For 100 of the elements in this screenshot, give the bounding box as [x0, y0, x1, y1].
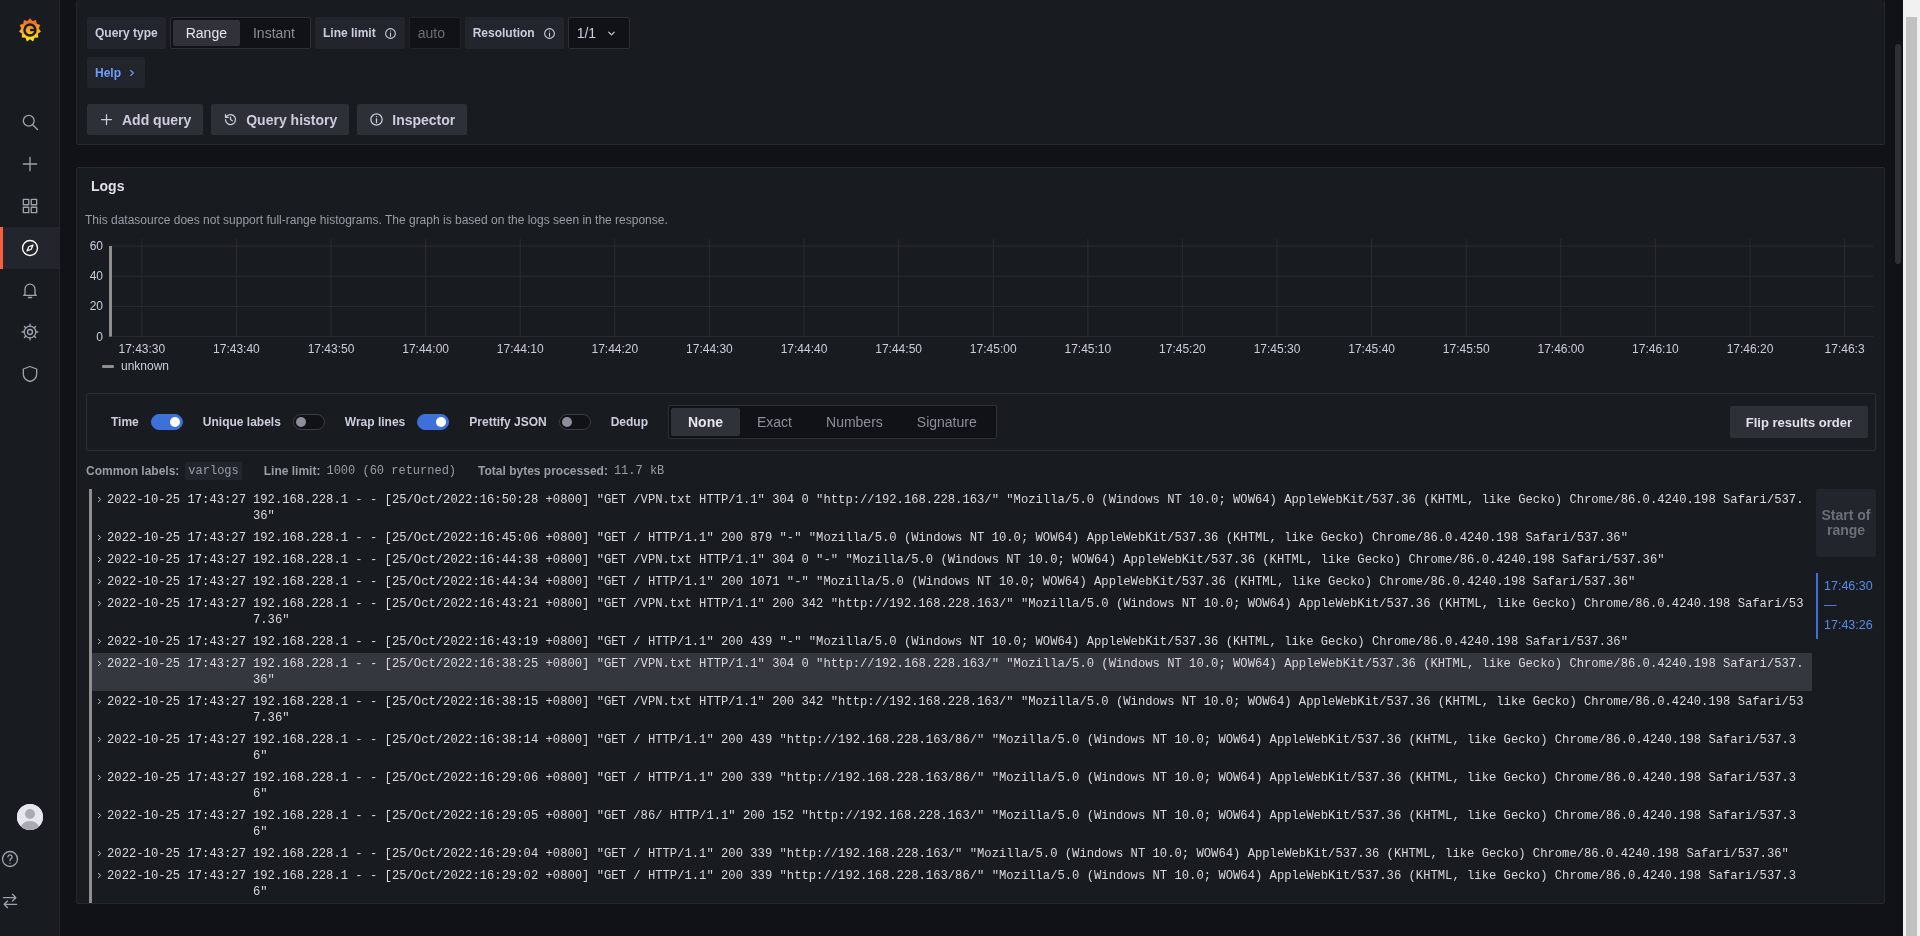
axis-label: 17:46:3 [1824, 342, 1865, 356]
chevron-right-icon [95, 555, 104, 564]
label-tag: varlogs [185, 462, 242, 480]
toolbar-button[interactable]: Query history [211, 104, 350, 135]
chevron-right-icon [95, 637, 104, 646]
axis-label: 17:45:40 [1348, 342, 1395, 356]
axis-label: 17:43:40 [213, 342, 260, 356]
axis-label: 17:45:30 [1253, 342, 1301, 356]
scrollbar-thumb[interactable] [1906, 17, 1917, 936]
log-message: 192.168.228.1 - - [25/Oct/2022:16:43:21 +0800] "GET /VPN.txt HTTP/1.1" 200 342 "http://192.168.228.163/" "Mozilla/5.0 (Windows NT 10.0; WOW64) AppleWebKit/537.36 (KHTML, like Gecko) Chrome/86.0.4240.198 Safari/537.36" [252, 596, 1805, 628]
log-message: 192.168.228.1 - - [25/Oct/2022:16:29:05 +0800] "GET /86/ HTTP/1.1" 200 152 "http://192.168.228.163/" "Mozilla/5.0 (Windows NT 10.0; WOW64) AppleWebKit/537.36 (KHTML, like Gecko) Chrome/86.0.4240.198 Safari/537.36" [252, 808, 1798, 840]
chevron-right-icon [95, 849, 104, 858]
axis-label: 17:45:20 [1159, 342, 1206, 356]
legend-label[interactable]: unknown [121, 359, 170, 373]
log-time: 2022-10-25 17:43:27 [107, 530, 246, 546]
help-button[interactable]: Help [87, 57, 145, 88]
chevron-right-icon [95, 577, 104, 586]
log-time: 2022-10-25 17:43:27 [107, 492, 246, 508]
toggle-switch[interactable] [558, 414, 591, 430]
scrollbar-thumb[interactable] [1895, 44, 1901, 264]
sidebar-item[interactable] [0, 227, 59, 269]
plus-icon [99, 112, 114, 127]
log-message: 192.168.228.1 - - [25/Oct/2022:16:44:38 +0800] "GET /VPN.txt HTTP/1.1" 304 0 "-" "Mozilla/5.0 (Windows NT 10.0; WOW64) AppleWebKit/537.36 (KHTML, like Gecko) Chrome/86.0.4240.198 Safari/537.36" [252, 552, 1666, 568]
log-message: 192.168.228.1 - - [25/Oct/2022:16:38:15 +0800] "GET /VPN.txt HTTP/1.1" 200 342 "http://192.168.228.163/" "Mozilla/5.0 (Windows NT 10.0; WOW64) AppleWebKit/537.36 (KHTML, like Gecko) Chrome/86.0.4240.198 Safari/537.36" [252, 694, 1805, 726]
chevron-right-icon [95, 533, 104, 542]
toggle-label: Dedup [610, 415, 648, 429]
axis-label: 40 [89, 269, 103, 284]
resolution-select[interactable]: 1/1 [567, 17, 631, 49]
field-label: Query type [87, 17, 166, 49]
log-message: 192.168.228.1 - - [25/Oct/2022:16:38:14 +0800] "GET / HTTP/1.1" 200 439 "http://192.168.228.163/86/" "Mozilla/5.0 (Windows NT 10.0; WOW64) AppleWebKit/537.36 (KHTML, like Gecko) Chrome/86.0.4240.198 Safari/537.36" [252, 732, 1798, 764]
axis-label: 17:43:30 [118, 342, 166, 356]
chevron-right-icon [95, 659, 104, 668]
info-icon [542, 26, 556, 40]
log-time: 2022-10-25 17:43:27 [107, 596, 246, 612]
axis-label: 60 [89, 239, 103, 253]
axis-label: 17:46:10 [1632, 342, 1679, 356]
log-message: 192.168.228.1 - - [25/Oct/2022:16:45:06 +0800] "GET / HTTP/1.1" 200 879 "-" "Mozilla/5.0 (Windows NT 10.0; WOW64) AppleWebKit/537.36 (KHTML, like Gecko) Chrome/86.0.4240.198 Safari/537.36" [252, 530, 1629, 546]
flip-order-button[interactable]: Flip results order [1729, 406, 1868, 438]
meta-label: Common labels: [86, 464, 180, 478]
log-time: 2022-10-25 17:43:27 [107, 846, 246, 862]
dedup-option[interactable]: Exact [740, 408, 809, 436]
toggle-switch[interactable] [292, 414, 325, 430]
log-time: 2022-10-25 17:43:27 [107, 694, 246, 710]
axis-label: 17:46:20 [1726, 342, 1774, 356]
info-icon [369, 112, 385, 127]
meta-label: Line limit: [263, 464, 321, 478]
toggle-switch[interactable] [150, 414, 183, 430]
log-time: 2022-10-25 17:43:27 [107, 808, 246, 824]
log-time: 2022-10-25 17:43:27 [107, 656, 246, 672]
settings-icon [19, 322, 40, 342]
chevron-right-icon [95, 773, 104, 782]
toggle-label: Prettify JSON [469, 415, 547, 429]
panel-title: Logs [90, 177, 126, 196]
swap-icon [0, 891, 20, 911]
toggle-label: Unique labels [202, 415, 281, 429]
log-message: 192.168.228.1 - - [25/Oct/2022:16:38:25 +0800] "GET /VPN.txt HTTP/1.1" 304 0 "http://192.168.228.163/" "Mozilla/5.0 (Windows NT 10.0; WOW64) AppleWebKit/537.36 (KHTML, like Gecko) Chrome/86.0.4240.198 Safari/537.36" [252, 656, 1805, 688]
axis-label: 0 [96, 329, 103, 344]
chevron-right-icon [95, 697, 104, 706]
avatar-icon[interactable] [16, 804, 43, 830]
log-time: 2022-10-25 17:43:27 [107, 732, 246, 748]
axis-label: 17:44:50 [875, 342, 922, 356]
toolbar-button[interactable]: Inspector [357, 104, 468, 135]
toggle-switch[interactable] [417, 414, 450, 430]
toggle-label: Wrap lines [344, 415, 406, 429]
query-type-option[interactable]: Range [172, 20, 240, 46]
chevron-right-icon [95, 599, 104, 608]
log-message: 192.168.228.1 - - [25/Oct/2022:16:50:28 +0800] "GET /VPN.txt HTTP/1.1" 304 0 "http://192.168.228.163/" "Mozilla/5.0 (Windows NT 10.0; WOW64) AppleWebKit/537.36 (KHTML, like Gecko) Chrome/86.0.4240.198 Safari/537.36" [252, 492, 1805, 524]
log-time: 2022-10-25 17:43:27 [107, 868, 246, 884]
log-time: 2022-10-25 17:43:27 [107, 770, 246, 786]
log-message: 192.168.228.1 - - [25/Oct/2022:16:29:04 +0800] "GET / HTTP/1.1" 200 339 "http://192.168.228.163/" "Mozilla/5.0 (Windows NT 10.0; WOW64) AppleWebKit/537.36 (KHTML, like Gecko) Chrome/86.0.4240.198 Safari/537.36" [252, 846, 1790, 862]
meta-label: Total bytes processed: [478, 464, 608, 478]
dedup-option[interactable]: Numbers [809, 408, 900, 436]
line-limit-field[interactable]: auto [408, 17, 461, 49]
axis-label: 17:46:00 [1537, 342, 1585, 356]
axis-label: 17:43:50 [307, 342, 355, 356]
info-icon [383, 26, 397, 40]
compass-icon [19, 238, 40, 258]
toolbar-button[interactable]: Add query [87, 104, 204, 135]
dedup-option[interactable]: None [671, 408, 740, 436]
axis-label: 17:44:20 [591, 342, 639, 356]
help-icon [0, 849, 20, 869]
query-type-option[interactable]: Instant [239, 20, 308, 46]
meta-value: 11.7 kB [613, 464, 665, 478]
toggle-label: Time [111, 415, 139, 429]
axis-label: 20 [89, 299, 103, 314]
chevron-right-icon [95, 495, 104, 504]
log-time: 2022-10-25 17:43:27 [107, 552, 246, 568]
log-time: 2022-10-25 17:43:27 [107, 634, 246, 650]
log-message: 192.168.228.1 - - [25/Oct/2022:16:44:34 +0800] "GET / HTTP/1.1" 200 1071 "-" "Mozilla/5.0 (Windows NT 10.0; WOW64) AppleWebKit/537.36 (KHTML, like Gecko) Chrome/86.0.4240.198 Safari/537.36" [252, 574, 1637, 590]
axis-label: 17:45:50 [1442, 342, 1490, 356]
axis-label: 17:44:10 [496, 342, 544, 356]
scrollbar[interactable] [1903, 0, 1920, 936]
chevron-right-icon [127, 67, 137, 78]
log-row[interactable] [89, 653, 1812, 691]
dedup-option[interactable]: Signature [899, 408, 994, 436]
field-label: Line limit [323, 26, 376, 40]
notice-text: This datasource does not support full-range histograms. The graph is based on the logs seen in the response. [85, 212, 669, 227]
log-message: 192.168.228.1 - - [25/Oct/2022:16:29:02 +0800] "GET / HTTP/1.1" 200 339 "http://192.168.228.163/86/" "Mozilla/5.0 (Windows NT 10.0; WOW64) AppleWebKit/537.36 (KHTML, like Gecko) Chrome/86.0.4240.198 Safari/537.36" [252, 868, 1798, 900]
chevron-right-icon [95, 871, 104, 880]
chevron-right-icon [95, 811, 104, 820]
